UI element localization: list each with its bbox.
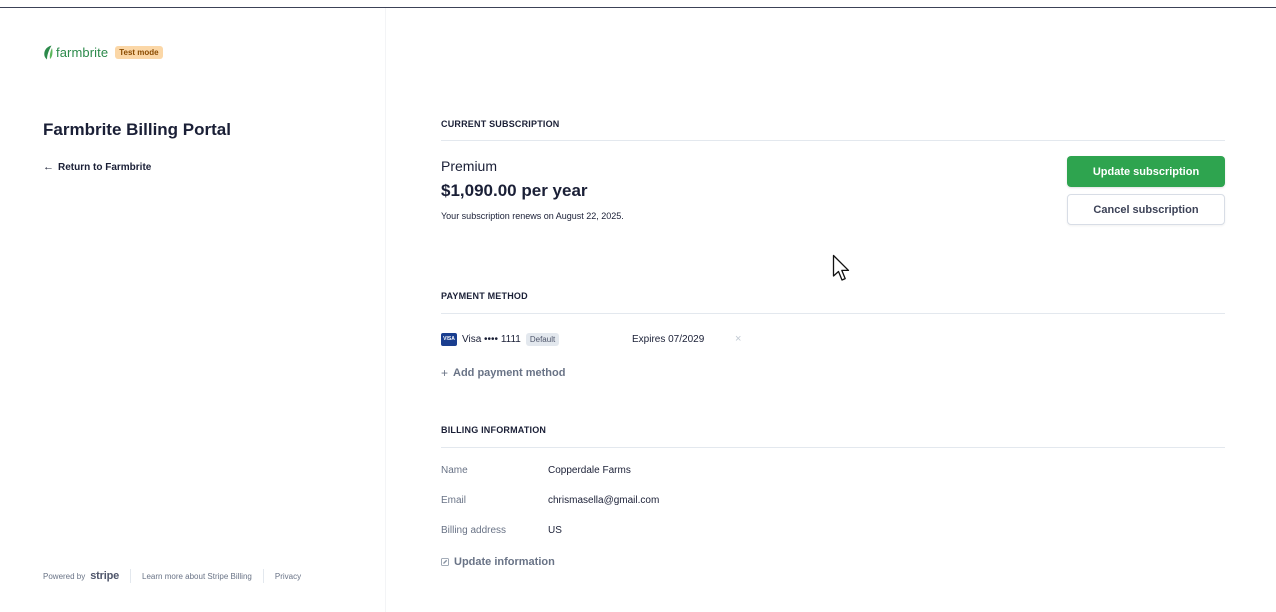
payment-method-row: VISA Visa •••• 1111 Default Expires 07/2… [441, 331, 761, 347]
footer-divider [130, 569, 132, 583]
add-payment-method-label: Add payment method [453, 367, 566, 379]
billing-name-label: Name [441, 465, 468, 476]
test-mode-badge: Test mode [115, 45, 163, 59]
card-number: Visa •••• 1111 [462, 333, 521, 345]
brand-name: farmbrite [56, 44, 109, 60]
section-divider [441, 313, 1225, 314]
cancel-subscription-button[interactable]: Cancel subscription [1067, 194, 1225, 225]
footer-divider [262, 569, 264, 583]
arrow-left-icon: ← [43, 161, 54, 173]
return-link-label: Return to Farmbrite [58, 161, 152, 173]
renewal-text: Your subscription renews on August 22, 2… [441, 211, 624, 221]
brand-logo[interactable]: farmbrite Test mode [43, 44, 163, 60]
update-subscription-button[interactable]: Update subscription [1067, 156, 1225, 187]
privacy-link[interactable]: Privacy [275, 572, 301, 581]
billing-email-label: Email [441, 495, 467, 506]
sidebar: farmbrite Test mode Farmbrite Billing Po… [0, 8, 386, 612]
mouse-cursor-icon [832, 254, 850, 281]
plan-name: Premium [441, 158, 498, 174]
billing-address-label: Billing address [441, 525, 507, 536]
footer: Powered by stripe Learn more about Strip… [43, 569, 301, 583]
billing-email-value: chrismasella@gmail.com [548, 495, 660, 506]
section-divider [441, 140, 1225, 141]
default-badge: Default [525, 332, 560, 346]
powered-by-label: Powered by [43, 571, 86, 581]
billing-name-value: Copperdale Farms [548, 465, 631, 476]
add-payment-method-button[interactable]: + Add payment method [441, 366, 565, 380]
learn-more-link[interactable]: Learn more about Stripe Billing [142, 572, 252, 581]
leaf-icon [44, 45, 53, 59]
stripe-logo[interactable]: stripe [90, 570, 119, 582]
payment-method-heading: PAYMENT METHOD [441, 291, 528, 301]
remove-card-icon[interactable]: × [735, 333, 741, 345]
update-information-button[interactable]: Update information [441, 556, 555, 568]
visa-card-icon: VISA [441, 332, 457, 346]
update-information-label: Update information [454, 556, 555, 568]
plus-icon: + [441, 366, 449, 380]
return-link[interactable]: ← Return to Farmbrite [43, 161, 151, 173]
section-divider [441, 447, 1225, 448]
card-expiry: Expires 07/2029 [632, 333, 705, 345]
current-subscription-heading: CURRENT SUBSCRIPTION [441, 119, 560, 129]
billing-information-heading: BILLING INFORMATION [441, 425, 547, 435]
page-title: Farmbrite Billing Portal [43, 120, 231, 139]
plan-price: $1,090.00 per year [441, 181, 588, 200]
billing-address-value: US [548, 525, 562, 536]
edit-icon [441, 558, 449, 566]
